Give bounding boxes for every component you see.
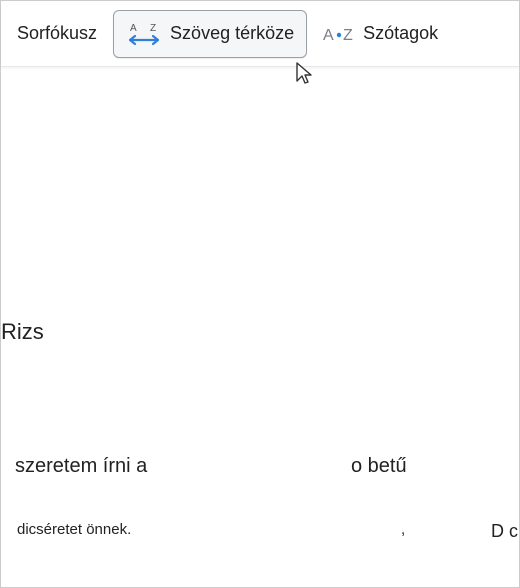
- text-comma: ,: [401, 521, 405, 538]
- line-focus-button[interactable]: Sorfókusz: [5, 13, 109, 54]
- text-spacing-icon: A Z: [126, 21, 162, 47]
- svg-text:Z: Z: [343, 27, 353, 44]
- text-dc: D c: [491, 521, 518, 542]
- syllables-label: Szótagok: [363, 23, 438, 44]
- text-spacing-button[interactable]: A Z Szöveg térköze: [113, 10, 307, 58]
- text-spacing-label: Szöveg térköze: [170, 23, 294, 44]
- text-szeretem: szeretem írni a: [15, 455, 147, 478]
- syllables-button[interactable]: A Z Szótagok: [311, 11, 450, 57]
- syllables-icon: A Z: [323, 21, 355, 47]
- svg-text:Z: Z: [150, 23, 156, 34]
- text-obetu: o betű: [351, 455, 407, 478]
- svg-text:A: A: [323, 27, 334, 44]
- line-focus-label: Sorfókusz: [17, 23, 97, 44]
- toolbar: Sorfókusz A Z Szöveg térköze A Z Szótago…: [1, 1, 519, 67]
- content-area: Rizs szeretem írni a o betű dicséretet ö…: [1, 67, 519, 587]
- svg-text:A: A: [130, 23, 137, 34]
- text-rizs: Rizs: [1, 319, 44, 345]
- text-dicseret: dicséretet önnek.: [17, 521, 131, 538]
